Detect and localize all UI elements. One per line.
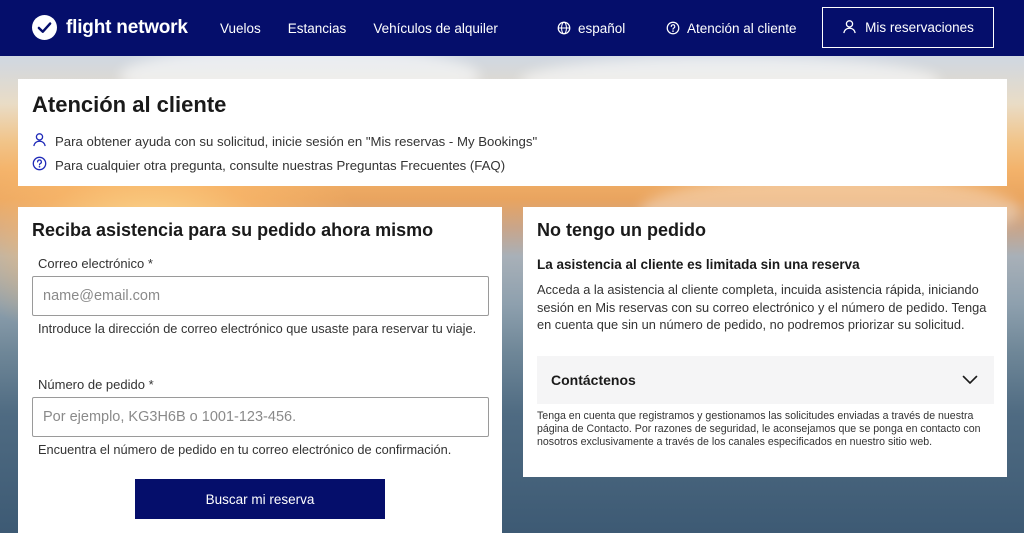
login-help-line: Para obtener ayuda con su solicitud, ini… (32, 132, 537, 150)
email-help-text: Introduce la dirección de correo electró… (38, 321, 477, 336)
top-navigation-bar: flight network Vuelos Estancias Vehículo… (0, 0, 1024, 56)
brand-logo[interactable]: flight network (32, 15, 188, 40)
help-circle-icon (666, 21, 680, 35)
no-order-card: No tengo un pedido La asistencia al clie… (523, 207, 1007, 477)
my-reservations-label: Mis reservaciones (865, 20, 974, 35)
contact-security-note: Tenga en cuenta que registramos y gestio… (537, 410, 981, 448)
customer-service-intro: Atención al cliente Para obtener ayuda c… (18, 79, 1007, 186)
nav-item-flights[interactable]: Vuelos (220, 21, 261, 36)
brand-name: flight network (66, 16, 188, 38)
user-icon (32, 132, 47, 150)
order-number-field[interactable] (32, 397, 489, 437)
contact-us-accordion[interactable]: Contáctenos (537, 356, 994, 404)
faq-help-text[interactable]: Para cualquier otra pregunta, consulte n… (55, 158, 505, 173)
no-order-subtitle: La asistencia al cliente es limitada sin… (537, 257, 860, 272)
my-reservations-button[interactable]: Mis reservaciones (822, 7, 994, 48)
globe-icon (557, 21, 571, 35)
no-order-title: No tengo un pedido (537, 220, 706, 240)
login-help-text[interactable]: Para obtener ayuda con su solicitud, ini… (55, 134, 537, 149)
nav-item-stays[interactable]: Estancias (288, 21, 347, 36)
order-number-help-text: Encuentra el número de pedido en tu corr… (38, 442, 452, 457)
no-order-paragraph: Acceda a la asistencia al cliente comple… (537, 282, 987, 332)
customer-support-label: Atención al cliente (687, 20, 797, 36)
order-number-label: Número de pedido * (38, 377, 154, 392)
faq-help-line: Para cualquier otra pregunta, consulte n… (32, 156, 505, 174)
checkmark-logo-icon (32, 15, 57, 40)
email-label: Correo electrónico * (38, 256, 153, 271)
find-booking-button[interactable]: Buscar mi reserva (135, 479, 385, 519)
user-icon (842, 19, 857, 37)
customer-support-link[interactable]: Atención al cliente (666, 0, 797, 56)
help-circle-icon (32, 156, 47, 174)
order-lookup-title: Reciba asistencia para su pedido ahora m… (32, 220, 434, 240)
chevron-down-icon (962, 372, 978, 388)
page-title: Atención al cliente (32, 92, 227, 117)
nav-item-car-rental[interactable]: Vehículos de alquiler (373, 21, 498, 36)
contact-us-label: Contáctenos (551, 372, 636, 388)
language-selector[interactable]: español (557, 0, 625, 56)
order-lookup-card: Reciba asistencia para su pedido ahora m… (18, 207, 502, 533)
main-nav: Vuelos Estancias Vehículos de alquiler (220, 0, 525, 56)
language-label: español (578, 20, 626, 36)
email-field[interactable] (32, 276, 489, 316)
